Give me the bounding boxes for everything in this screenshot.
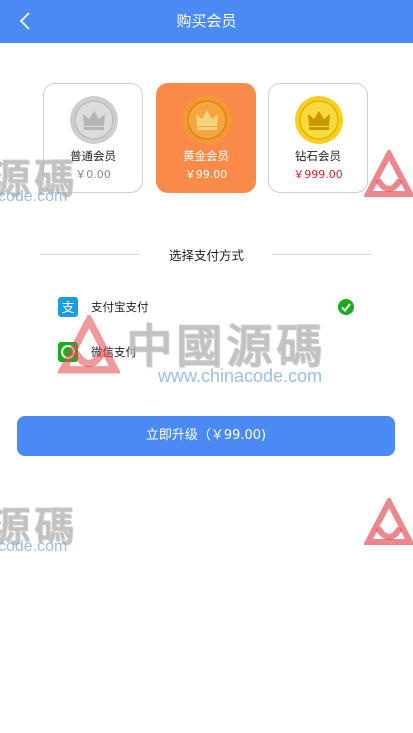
payment-label: 微信支付 [91,345,137,359]
checkmark-icon [338,299,354,315]
watermark-logo-icon [364,150,413,197]
payment-option-wechat[interactable]: 微信支付 [58,342,354,364]
plan-card-regular[interactable]: 普通会员 ￥0.00 [43,83,143,193]
watermark-logo-icon [364,498,413,545]
plan-price: ￥99.00 [184,168,228,181]
svg-text:支: 支 [61,301,74,316]
upgrade-now-button[interactable]: 立即升级（￥99.00) [17,416,395,456]
plan-card-gold[interactable]: 黄金会员 ￥99.00 [156,83,256,193]
watermark-url: code.com [0,538,68,555]
plan-name: 钻石会员 [295,149,341,163]
plan-name: 普通会员 [70,149,116,163]
plan-price: ￥999.00 [293,168,343,181]
gold-crown-coin-icon [183,96,231,144]
watermark-url: www.chinacode.com [158,366,323,386]
plan-name: 黄金会员 [183,149,229,163]
plan-card-diamond[interactable]: 钻石会员 ￥999.00 [268,83,368,193]
divider-right [272,254,372,255]
silver-crown-coin-icon [70,96,118,144]
watermark-text: 源碼 [0,503,78,550]
top-bar: 购买会员 [0,0,413,43]
plan-price: ￥0.00 [75,168,111,181]
payment-label: 支付宝支付 [91,300,149,314]
page-title: 购买会员 [176,12,237,30]
wechat-pay-icon [58,342,78,362]
payment-option-alipay[interactable]: 支 支付宝支付 [58,297,354,319]
alipay-icon: 支 [58,297,78,317]
yellow-crown-coin-icon [295,96,343,144]
